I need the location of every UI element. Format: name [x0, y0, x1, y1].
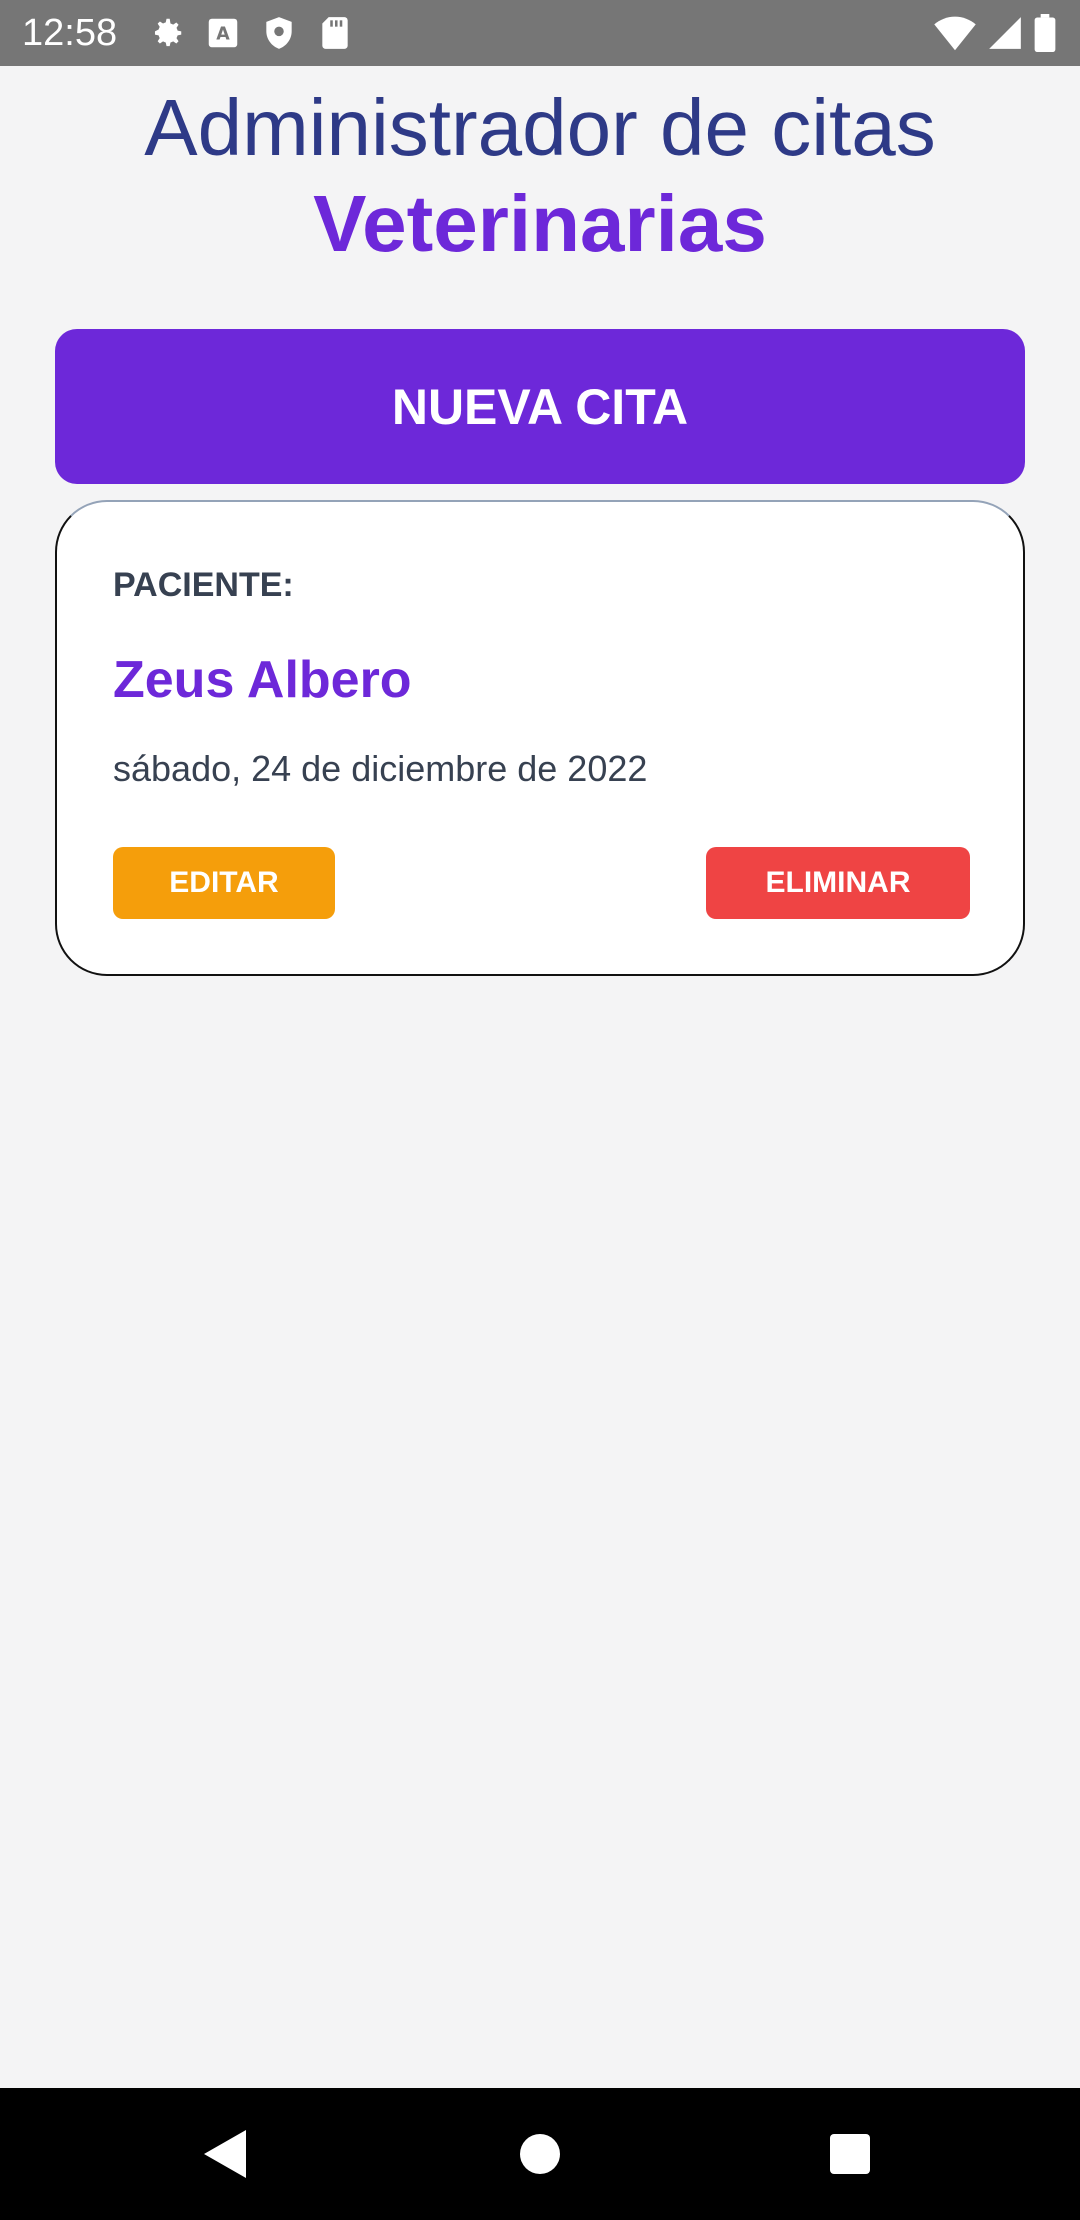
shield-icon	[260, 14, 298, 52]
signal-icon	[986, 14, 1024, 52]
app-screen: Administrador de citas Veterinarias NUEV…	[0, 66, 1080, 2088]
gear-icon	[148, 14, 186, 52]
page-title: Administrador de citas Veterinarias	[0, 80, 1080, 272]
back-icon[interactable]	[200, 2128, 250, 2180]
keyboard-a-icon: A	[204, 14, 242, 52]
status-time: 12:58	[22, 12, 118, 54]
home-icon[interactable]	[518, 2132, 562, 2176]
patient-name: Zeus Albero	[113, 651, 412, 709]
wifi-icon	[934, 14, 976, 52]
patient-label: PACIENTE:	[113, 566, 294, 604]
status-system-icons	[934, 14, 1056, 53]
recents-icon[interactable]	[828, 2132, 872, 2176]
delete-button[interactable]: ELIMINAR	[706, 847, 970, 919]
svg-text:A: A	[216, 24, 230, 44]
status-bar: 12:58 A	[0, 0, 1080, 66]
page-title-line2: Veterinarias	[313, 179, 767, 268]
battery-icon	[1034, 14, 1056, 53]
new-appointment-button[interactable]: NUEVA CITA	[55, 329, 1025, 484]
sd-card-icon	[316, 14, 354, 52]
edit-button[interactable]: EDITAR	[113, 847, 335, 919]
appointment-date: sábado, 24 de diciembre de 2022	[113, 748, 648, 789]
navigation-bar	[0, 2088, 1080, 2220]
status-notification-icons: A	[148, 14, 354, 52]
page-title-line1: Administrador de citas	[144, 83, 936, 172]
appointment-card: PACIENTE: Zeus Albero sábado, 24 de dici…	[55, 500, 1025, 976]
